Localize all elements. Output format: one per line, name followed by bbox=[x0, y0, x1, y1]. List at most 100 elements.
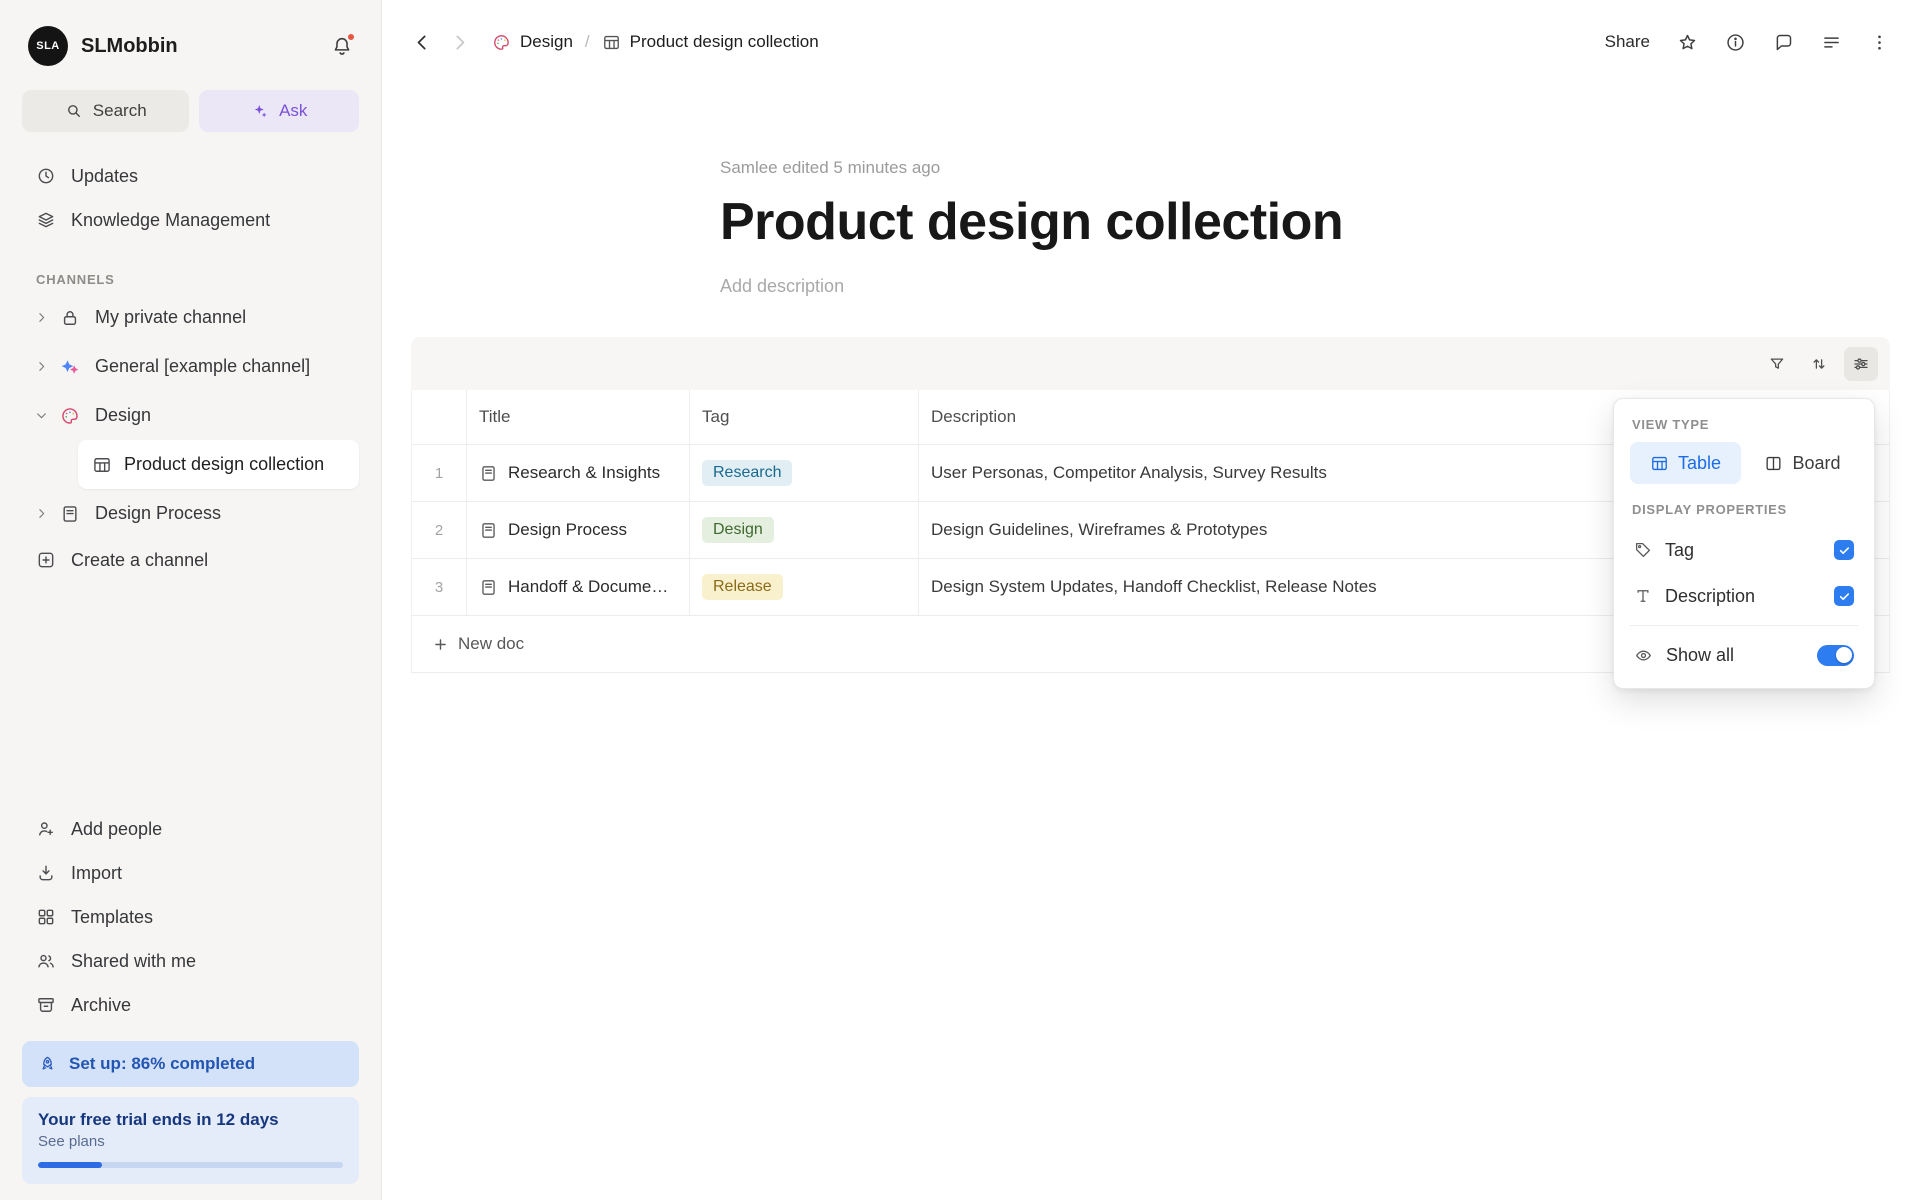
show-all-row[interactable]: Show all bbox=[1628, 632, 1860, 678]
channel-label: My private channel bbox=[95, 307, 246, 328]
row-number-header bbox=[412, 390, 466, 444]
person-plus-icon bbox=[36, 819, 56, 839]
row-number: 3 bbox=[412, 559, 466, 615]
breadcrumb-page-label: Product design collection bbox=[630, 32, 819, 52]
search-button[interactable]: Search bbox=[22, 90, 189, 132]
workspace-avatar: SLA bbox=[28, 26, 68, 66]
rocket-icon bbox=[38, 1055, 57, 1074]
channel-page-label: Product design collection bbox=[124, 454, 324, 475]
description-checkbox-checked[interactable] bbox=[1834, 586, 1854, 606]
clock-icon bbox=[36, 166, 56, 186]
table-toolbar bbox=[411, 337, 1890, 390]
footer-item-label: Shared with me bbox=[71, 951, 196, 972]
search-ask-row: Search Ask bbox=[22, 90, 359, 132]
add-people-button[interactable]: Add people bbox=[22, 807, 359, 851]
share-button[interactable]: Share bbox=[1605, 32, 1650, 52]
doc-title-cell[interactable]: Design Process bbox=[466, 502, 689, 558]
search-icon bbox=[65, 102, 83, 120]
sidebar-item-updates[interactable]: Updates bbox=[22, 154, 359, 198]
back-button[interactable] bbox=[412, 32, 433, 53]
forward-button[interactable] bbox=[449, 32, 470, 53]
ask-button[interactable]: Ask bbox=[199, 90, 359, 132]
view-type-board-label: Board bbox=[1792, 453, 1840, 474]
channel-design-process[interactable]: Design Process bbox=[22, 489, 359, 538]
setup-progress-banner[interactable]: Set up: 86% completed bbox=[22, 1041, 359, 1087]
chevron-down-icon[interactable] bbox=[30, 409, 52, 422]
archive-button[interactable]: Archive bbox=[22, 983, 359, 1027]
view-settings-popover: VIEW TYPE Table Boar bbox=[1613, 398, 1875, 689]
tag-pill: Research bbox=[702, 460, 792, 486]
channel-label: General [example channel] bbox=[95, 356, 310, 377]
trial-progress-fill bbox=[38, 1162, 102, 1168]
channel-general-example[interactable]: General [example channel] bbox=[22, 342, 359, 391]
notification-dot bbox=[346, 32, 356, 42]
channel-design[interactable]: Design bbox=[22, 391, 359, 440]
history-nav bbox=[412, 32, 470, 53]
ask-label: Ask bbox=[279, 101, 307, 121]
toggle-knob bbox=[1836, 647, 1852, 663]
column-header-tag[interactable]: Tag bbox=[689, 390, 918, 444]
doc-title-text: Research & Insights bbox=[508, 463, 660, 483]
tag-cell[interactable]: Release bbox=[689, 559, 918, 615]
show-all-toggle-on[interactable] bbox=[1817, 645, 1854, 666]
sidebar-item-product-design-collection[interactable]: Product design collection bbox=[78, 440, 359, 489]
doc-title-cell[interactable]: Handoff & Docume… bbox=[466, 559, 689, 615]
view-type-board-button[interactable]: Board bbox=[1747, 442, 1858, 484]
property-row-tag[interactable]: Tag bbox=[1628, 527, 1860, 573]
tag-cell[interactable]: Design bbox=[689, 502, 918, 558]
tag-pill: Release bbox=[702, 574, 783, 600]
trial-progress-bar bbox=[38, 1162, 343, 1168]
workspace-switcher[interactable]: SLA SLMobbin bbox=[22, 0, 359, 66]
shared-with-me-button[interactable]: Shared with me bbox=[22, 939, 359, 983]
kebab-menu-button[interactable] bbox=[1869, 32, 1890, 53]
filter-button[interactable] bbox=[1760, 347, 1794, 381]
property-row-description[interactable]: Description bbox=[1628, 573, 1860, 619]
sort-button[interactable] bbox=[1802, 347, 1836, 381]
create-channel-button[interactable]: Create a channel bbox=[22, 538, 359, 582]
document-icon bbox=[479, 464, 498, 483]
sidebar-item-label: Updates bbox=[71, 166, 138, 187]
chevron-right-icon[interactable] bbox=[30, 311, 52, 324]
row-number: 2 bbox=[412, 502, 466, 558]
eye-icon bbox=[1634, 646, 1653, 665]
display-properties-label: DISPLAY PROPERTIES bbox=[1628, 484, 1860, 527]
view-type-label: VIEW TYPE bbox=[1628, 413, 1860, 442]
channel-my-private[interactable]: My private channel bbox=[22, 293, 359, 342]
column-header-title[interactable]: Title bbox=[466, 390, 689, 444]
tag-cell[interactable]: Research bbox=[689, 445, 918, 501]
see-plans-link[interactable]: See plans bbox=[38, 1133, 343, 1150]
people-icon bbox=[36, 951, 56, 971]
comments-button[interactable] bbox=[1773, 32, 1794, 53]
view-settings-button[interactable] bbox=[1844, 347, 1878, 381]
breadcrumb-channel-label: Design bbox=[520, 32, 573, 52]
topbar-actions: Share bbox=[1605, 32, 1890, 53]
footer-item-label: Add people bbox=[71, 819, 162, 840]
search-label: Search bbox=[93, 101, 147, 121]
popover-divider bbox=[1630, 625, 1858, 626]
import-button[interactable]: Import bbox=[22, 851, 359, 895]
tag-checkbox-checked[interactable] bbox=[1834, 540, 1854, 560]
breadcrumb-channel[interactable]: Design bbox=[492, 32, 573, 52]
doc-title-text: Handoff & Docume… bbox=[508, 577, 668, 597]
list-menu-button[interactable] bbox=[1821, 32, 1842, 53]
chevron-right-icon[interactable] bbox=[30, 507, 52, 520]
star-button[interactable] bbox=[1677, 32, 1698, 53]
page-title[interactable]: Product design collection bbox=[720, 192, 1920, 252]
archive-box-icon bbox=[36, 995, 56, 1015]
app-window: SLA SLMobbin Search bbox=[0, 0, 1920, 1200]
sidebar-nav: Updates Knowledge Management bbox=[22, 154, 359, 242]
notifications-bell-button[interactable] bbox=[331, 35, 353, 57]
info-button[interactable] bbox=[1725, 32, 1746, 53]
create-channel-label: Create a channel bbox=[71, 550, 208, 571]
sidebar-item-knowledge-management[interactable]: Knowledge Management bbox=[22, 198, 359, 242]
view-type-table-button[interactable]: Table bbox=[1630, 442, 1741, 484]
footer-item-label: Archive bbox=[71, 995, 131, 1016]
add-description-placeholder[interactable]: Add description bbox=[720, 276, 1920, 297]
breadcrumb-page[interactable]: Product design collection bbox=[602, 32, 819, 52]
channels-section-header: CHANNELS bbox=[22, 272, 359, 287]
download-icon bbox=[36, 863, 56, 883]
templates-button[interactable]: Templates bbox=[22, 895, 359, 939]
chevron-right-icon[interactable] bbox=[30, 360, 52, 373]
doc-title-cell[interactable]: Research & Insights bbox=[466, 445, 689, 501]
table-doc-icon bbox=[602, 33, 621, 52]
